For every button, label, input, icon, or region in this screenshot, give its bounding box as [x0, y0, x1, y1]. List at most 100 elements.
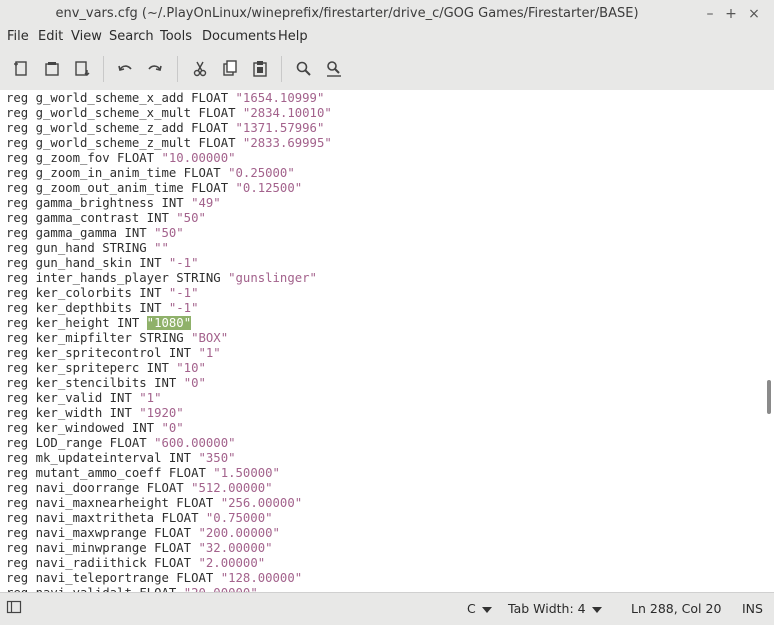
code-key: reg ker_spriteperc INT	[6, 361, 177, 375]
code-line: reg gun_hand_skin INT "-1"	[6, 256, 199, 271]
menu-tools[interactable]: Tools	[160, 29, 192, 44]
code-line: reg ker_colorbits INT "-1"	[6, 286, 199, 301]
code-key: reg g_zoom_in_anim_time FLOAT	[6, 166, 229, 180]
scrollbar-thumb[interactable]	[767, 380, 771, 414]
maximize-button[interactable]: +	[721, 4, 741, 24]
code-key: reg navi_doorrange FLOAT	[6, 481, 192, 495]
string-value: "1"	[198, 346, 221, 360]
code-key: reg mk_updateinterval INT	[6, 451, 199, 465]
cursor-position: Ln 288, Col 20	[631, 601, 722, 616]
code-key: reg gamma_brightness INT	[6, 196, 192, 210]
code-line: reg ker_mipfilter STRING "BOX"	[6, 331, 228, 346]
open-document-icon[interactable]	[39, 56, 65, 82]
minimize-button[interactable]: –	[700, 4, 720, 24]
code-line: reg navi_maxnearheight FLOAT "256.00000"	[6, 496, 302, 511]
code-line: reg g_zoom_fov FLOAT "10.00000"	[6, 151, 236, 166]
code-key: reg ker_width INT	[6, 406, 140, 420]
code-key: reg navi_maxnearheight FLOAT	[6, 496, 221, 510]
string-value: "2833.69995"	[242, 136, 332, 150]
toolbar-separator	[103, 56, 104, 82]
code-line: reg g_world_scheme_x_add FLOAT "1654.109…	[6, 91, 324, 106]
code-line: reg gamma_gamma INT "50"	[6, 226, 184, 241]
code-key: reg ker_stencilbits INT	[6, 376, 184, 390]
menu-help[interactable]: Help	[278, 29, 308, 44]
code-key: reg gun_hand STRING	[6, 241, 155, 255]
code-line: reg ker_height INT "1080"	[6, 316, 192, 331]
new-document-icon[interactable]	[8, 56, 34, 82]
string-value: "-1"	[168, 286, 199, 300]
tab-width-selector[interactable]: Tab Width: 4	[508, 601, 602, 616]
chevron-down-icon	[481, 606, 492, 613]
menu-search[interactable]: Search	[109, 29, 154, 44]
code-key: reg mutant_ammo_coeff FLOAT	[6, 466, 214, 480]
code-key: reg gamma_contrast INT	[6, 211, 177, 225]
toolbar-separator	[177, 56, 178, 82]
find-icon[interactable]	[291, 56, 317, 82]
menu-view[interactable]: View	[71, 29, 102, 44]
code-key: reg navi_maxwprange FLOAT	[6, 526, 199, 540]
find-replace-icon[interactable]	[321, 56, 347, 82]
menu-bar: File Edit View Search Tools Documents He…	[0, 28, 774, 48]
code-line: reg ker_spritecontrol INT "1"	[6, 346, 221, 361]
string-value: "1371.57996"	[235, 121, 325, 135]
redo-icon[interactable]	[142, 56, 168, 82]
code-line: reg ker_stencilbits INT "0"	[6, 376, 206, 391]
code-line: reg ker_depthbits INT "-1"	[6, 301, 199, 316]
language-label: C	[467, 601, 476, 616]
string-value: "0.25000"	[228, 166, 295, 180]
code-line: reg LOD_range FLOAT "600.00000"	[6, 436, 236, 451]
string-value: "512.00000"	[191, 481, 273, 495]
string-value: "10.00000"	[161, 151, 236, 165]
code-key: reg ker_spritecontrol INT	[6, 346, 199, 360]
string-value: "350"	[198, 451, 236, 465]
string-value: "1920"	[139, 406, 184, 420]
code-key: reg ker_depthbits INT	[6, 301, 169, 315]
menu-file[interactable]: File	[7, 29, 29, 44]
code-key: reg gun_hand_skin INT	[6, 256, 169, 270]
code-key: reg navi_maxtritheta FLOAT	[6, 511, 206, 525]
code-key: reg g_zoom_fov FLOAT	[6, 151, 162, 165]
code-line: reg navi_maxwprange FLOAT "200.00000"	[6, 526, 280, 541]
close-button[interactable]: ×	[744, 4, 764, 24]
code-line: reg mutant_ammo_coeff FLOAT "1.50000"	[6, 466, 280, 481]
code-key: reg g_world_scheme_x_add FLOAT	[6, 91, 236, 105]
save-document-icon[interactable]	[69, 56, 95, 82]
string-value: "0"	[183, 376, 206, 390]
code-key: reg ker_windowed INT	[6, 421, 162, 435]
window-title: env_vars.cfg (~/.PlayOnLinux/wineprefix/…	[55, 6, 639, 21]
string-value: "600.00000"	[154, 436, 236, 450]
paste-icon[interactable]	[247, 56, 273, 82]
copy-icon[interactable]	[217, 56, 243, 82]
string-value: "gunslinger"	[228, 271, 317, 285]
code-line: reg gamma_contrast INT "50"	[6, 211, 206, 226]
code-line: reg ker_windowed INT "0"	[6, 421, 184, 436]
string-value: "-1"	[168, 301, 199, 315]
menu-documents[interactable]: Documents	[202, 29, 276, 44]
string-value: "BOX"	[191, 331, 229, 345]
status-bar: C Tab Width: 4 Ln 288, Col 20 INS	[0, 592, 774, 625]
code-line: reg navi_minwprange FLOAT "32.00000"	[6, 541, 273, 556]
code-key: reg navi_minwprange FLOAT	[6, 541, 199, 555]
code-key: reg ker_height INT	[6, 316, 147, 330]
string-value: "1"	[139, 391, 162, 405]
string-value: "200.00000"	[198, 526, 280, 540]
code-key: reg inter_hands_player STRING	[6, 271, 229, 285]
string-value: "256.00000"	[220, 496, 303, 510]
chevron-down-icon	[591, 606, 602, 613]
cut-icon[interactable]	[187, 56, 213, 82]
vertical-scrollbar[interactable]	[765, 90, 773, 592]
text-editor[interactable]: reg g_world_scheme_x_add FLOAT "1654.109…	[0, 90, 774, 592]
string-value: "50"	[176, 211, 206, 225]
tab-width-label: Tab Width: 4	[508, 601, 586, 616]
language-selector[interactable]: C	[467, 601, 492, 616]
code-line: reg navi_teleportrange FLOAT "128.00000"	[6, 571, 302, 586]
code-key: reg g_world_scheme_z_mult FLOAT	[6, 136, 243, 150]
sidepanel-toggle-icon[interactable]	[6, 599, 22, 618]
string-value: "1.50000"	[213, 466, 280, 480]
title-bar: env_vars.cfg (~/.PlayOnLinux/wineprefix/…	[0, 0, 774, 28]
string-value: "10"	[176, 361, 206, 375]
string-value: "1654.10999"	[235, 91, 325, 105]
menu-edit[interactable]: Edit	[38, 29, 63, 44]
undo-icon[interactable]	[112, 56, 138, 82]
string-value: ""	[154, 241, 169, 255]
